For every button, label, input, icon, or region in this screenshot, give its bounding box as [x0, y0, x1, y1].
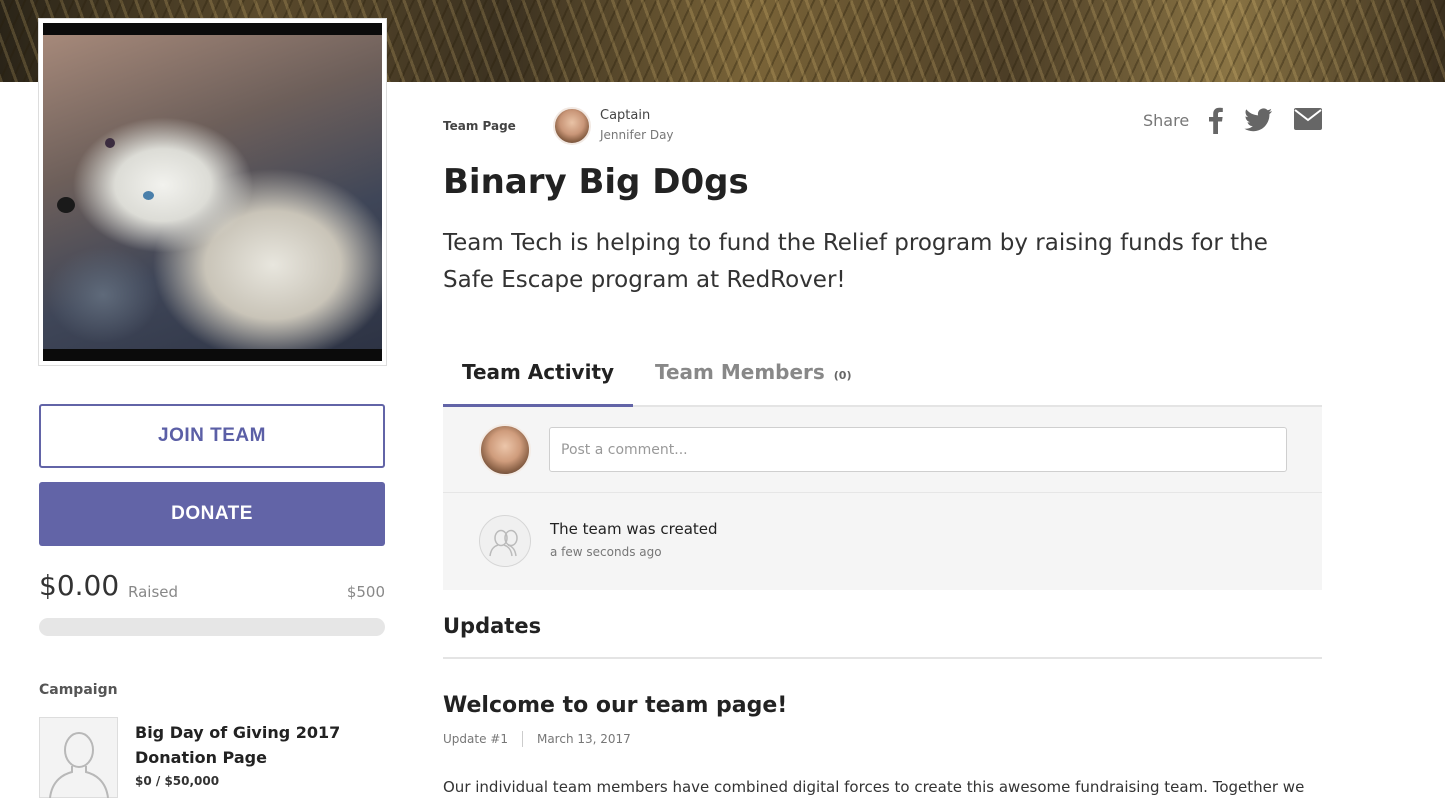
- divider: [521, 731, 523, 747]
- team-icon: [479, 515, 531, 567]
- campaign-progress: $0 / $50,000: [135, 774, 220, 788]
- photo-detail: [105, 138, 115, 148]
- profile-photo: [43, 23, 382, 361]
- share-label: Share: [1143, 111, 1190, 130]
- divider: [443, 657, 1322, 659]
- fundraising-progress-bar: [39, 618, 385, 636]
- facebook-icon[interactable]: [1205, 106, 1225, 134]
- join-team-button[interactable]: JOIN TEAM: [39, 404, 385, 468]
- campaign-thumbnail[interactable]: [39, 717, 118, 798]
- captain-role: Captain: [600, 108, 651, 123]
- team-page-label: Team Page: [443, 119, 516, 133]
- updates-heading: Updates: [443, 614, 542, 638]
- tab-team-activity[interactable]: Team Activity: [443, 352, 633, 407]
- update-meta: Update #1 March 13, 2017: [443, 731, 631, 747]
- activity-timestamp: a few seconds ago: [550, 545, 662, 559]
- photo-detail: [143, 191, 154, 200]
- update-body: Our individual team members have combine…: [443, 778, 1305, 796]
- activity-item: The team was created a few seconds ago: [443, 493, 1322, 590]
- activity-text: The team was created: [550, 520, 718, 538]
- team-description: Team Tech is helping to fund the Relief …: [443, 230, 1268, 293]
- avatar: [479, 424, 531, 476]
- captain-name[interactable]: Jennifer Day: [600, 128, 674, 142]
- comment-input[interactable]: [549, 427, 1287, 472]
- team-profile-image: [38, 18, 387, 366]
- tab-team-members-label: Team Members: [655, 360, 825, 384]
- tab-team-members[interactable]: Team Members (0): [655, 352, 852, 407]
- update-number: Update #1: [443, 732, 508, 746]
- arctic-fox-photo: [43, 35, 382, 349]
- team-tabs: Team Activity Team Members (0): [443, 352, 1322, 407]
- page-title: Binary Big D0gs: [443, 162, 749, 202]
- twitter-icon[interactable]: [1244, 108, 1272, 132]
- update-title[interactable]: Welcome to our team page!: [443, 693, 787, 718]
- team-icon-graphic: [489, 529, 518, 557]
- raised-label: Raised: [128, 583, 179, 601]
- donate-button[interactable]: DONATE: [39, 482, 385, 546]
- members-count-badge: (0): [833, 369, 852, 382]
- activity-feed: The team was created a few seconds ago: [443, 407, 1322, 590]
- update-date: March 13, 2017: [536, 732, 631, 746]
- captain-avatar[interactable]: [553, 107, 591, 145]
- photo-detail: [57, 197, 75, 213]
- raised-summary: $0.00 Raised $500: [39, 569, 385, 609]
- campaign-heading: Campaign: [39, 682, 118, 698]
- comment-composer: [443, 407, 1322, 493]
- fundraising-goal: $500: [346, 583, 385, 601]
- raised-amount: $0.00: [39, 569, 120, 602]
- campaign-title-link[interactable]: Big Day of Giving 2017 Donation Page: [135, 720, 395, 770]
- email-icon[interactable]: [1294, 108, 1322, 130]
- user-placeholder-icon: [49, 732, 109, 798]
